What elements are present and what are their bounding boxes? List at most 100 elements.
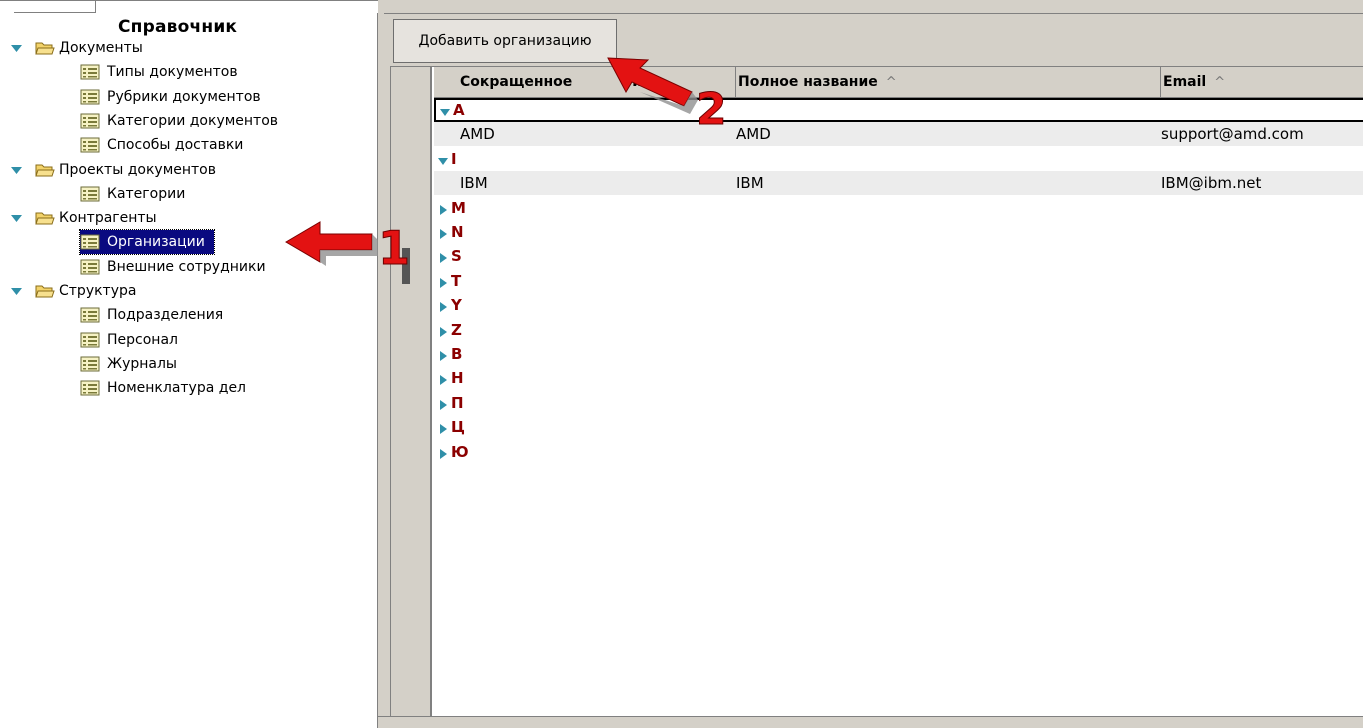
tree-item[interactable]: Документы xyxy=(10,36,146,60)
add-organization-button[interactable]: Добавить организацию xyxy=(393,19,617,63)
tree-item-label: Персонал xyxy=(107,331,178,348)
annotation-number-1: 1 xyxy=(378,221,410,275)
expand-arrow-icon[interactable] xyxy=(10,212,23,224)
tree-item[interactable]: Способы доставки xyxy=(80,133,246,157)
tree-item-label: Подразделения xyxy=(107,307,224,324)
tree-item-label: Документы xyxy=(59,40,143,56)
expand-arrow-icon[interactable] xyxy=(437,446,449,459)
folder-icon xyxy=(35,162,55,178)
group-label: Н xyxy=(451,369,464,388)
tree-item[interactable]: Журналы xyxy=(80,352,180,376)
group-row[interactable]: Z xyxy=(434,318,1363,342)
tree-item-label: Организации xyxy=(104,234,208,251)
tree-item[interactable]: Рубрики документов xyxy=(80,85,264,109)
expand-arrow-icon[interactable] xyxy=(437,202,449,215)
table-row[interactable]: AMD AMD support@amd.com xyxy=(434,122,1363,147)
tree-item[interactable]: Подразделения xyxy=(80,303,226,327)
list-icon xyxy=(80,113,100,129)
group-row[interactable]: Н xyxy=(434,366,1363,390)
column-header-email[interactable]: Email ^ xyxy=(1161,67,1363,98)
cell-short-name: IBM xyxy=(460,174,488,193)
tree-item[interactable]: Персонал xyxy=(80,328,181,352)
tree-item[interactable]: Внешние сотрудники xyxy=(80,255,269,279)
tree-item[interactable]: Проекты документов xyxy=(10,158,219,182)
tree-item[interactable]: Типы документов xyxy=(80,60,241,84)
group-label: Ц xyxy=(451,418,465,437)
row-indicator-column xyxy=(391,67,432,717)
list-icon xyxy=(80,64,100,80)
group-label: В xyxy=(451,345,463,363)
expand-arrow-icon[interactable] xyxy=(437,250,449,264)
tree-item-label: Категории документов xyxy=(107,112,279,129)
group-label: T xyxy=(451,271,462,290)
group-row[interactable]: В xyxy=(434,342,1363,366)
tree-item-label: Структура xyxy=(59,283,137,299)
folder-icon xyxy=(35,210,55,226)
group-row[interactable]: S xyxy=(434,244,1363,268)
tree-item-label: Категории xyxy=(107,185,186,202)
tab[interactable] xyxy=(14,1,96,13)
expand-arrow-icon[interactable] xyxy=(437,324,449,337)
collapse-arrow-icon[interactable] xyxy=(437,153,449,165)
group-row[interactable]: Y xyxy=(434,293,1363,317)
organizations-grid: Сокращенное ие Полное название ^ Email ^… xyxy=(390,66,1363,717)
cell-email: support@amd.com xyxy=(1161,125,1304,144)
tree-item-label: Типы документов xyxy=(107,64,238,81)
tree-item-label: Способы доставки xyxy=(107,137,244,154)
table-row[interactable]: IBM IBM IBM@ibm.net xyxy=(434,171,1363,196)
tree-item-label: Журналы xyxy=(107,355,177,372)
grid-header: Сокращенное ие Полное название ^ Email ^ xyxy=(434,67,1363,98)
expand-arrow-icon[interactable] xyxy=(437,348,449,361)
tree-item[interactable]: Категории документов xyxy=(80,109,281,133)
tree-item[interactable]: Структура xyxy=(10,279,139,303)
folder-icon xyxy=(35,283,55,299)
group-row[interactable]: П xyxy=(434,391,1363,415)
tree-item-label: Проекты документов xyxy=(59,161,216,178)
expand-arrow-icon[interactable] xyxy=(10,285,23,297)
cell-full-name: IBM xyxy=(736,174,764,193)
cell-email: IBM@ibm.net xyxy=(1161,174,1262,193)
expand-arrow-icon[interactable] xyxy=(437,421,449,435)
collapse-arrow-icon[interactable] xyxy=(439,104,451,116)
annotation-number-2: 2 xyxy=(696,84,727,132)
expand-arrow-icon[interactable] xyxy=(437,372,449,386)
list-icon xyxy=(80,137,100,153)
group-row[interactable]: N xyxy=(434,220,1363,244)
expand-arrow-icon[interactable] xyxy=(437,226,449,239)
group-row[interactable]: Ю xyxy=(434,440,1363,464)
group-row[interactable]: I xyxy=(434,147,1363,171)
annotation-arrow-1: 1 xyxy=(285,221,411,284)
annotation-arrow-2: 2 xyxy=(607,57,727,132)
list-icon xyxy=(80,307,100,323)
list-icon xyxy=(80,332,100,348)
group-row[interactable]: T xyxy=(434,269,1363,293)
tree-item[interactable]: Контрагенты xyxy=(10,206,160,230)
list-icon xyxy=(80,89,100,105)
group-label: Y xyxy=(451,296,462,315)
tree-title: Справочник xyxy=(118,17,238,37)
column-header-full-name[interactable]: Полное название ^ xyxy=(736,67,1161,98)
tree-item[interactable]: Номенклатура дел xyxy=(80,376,249,400)
expand-arrow-icon[interactable] xyxy=(437,397,449,410)
group-row[interactable]: A xyxy=(434,98,1363,122)
group-label: П xyxy=(451,393,464,412)
list-icon xyxy=(80,259,100,275)
group-row[interactable]: Ц xyxy=(434,415,1363,439)
sort-icon: ^ xyxy=(1214,74,1226,90)
tree-item-label: Рубрики документов xyxy=(107,88,261,105)
list-icon xyxy=(80,380,100,396)
group-row[interactable]: M xyxy=(434,196,1363,220)
group-label: N xyxy=(451,223,464,241)
cell-full-name: AMD xyxy=(736,125,771,144)
expand-arrow-icon[interactable] xyxy=(437,299,449,313)
cell-short-name: AMD xyxy=(460,125,495,144)
list-icon xyxy=(80,234,100,250)
group-label: Ю xyxy=(451,442,469,461)
tree-item-label: Номенклатура дел xyxy=(107,380,247,397)
expand-arrow-icon[interactable] xyxy=(10,164,23,176)
expand-arrow-icon[interactable] xyxy=(437,275,449,288)
list-icon xyxy=(80,356,100,372)
tree-item[interactable]: Категории xyxy=(80,182,188,206)
expand-arrow-icon[interactable] xyxy=(10,42,23,54)
tree-item[interactable]: Организации xyxy=(79,229,215,256)
